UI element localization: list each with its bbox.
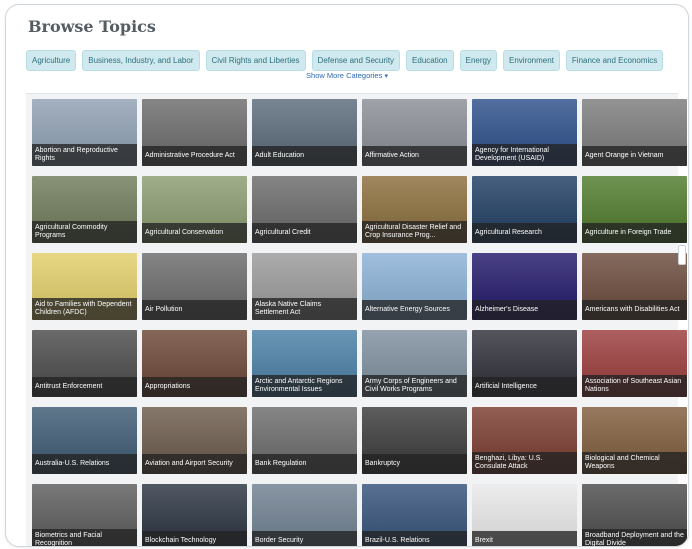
topic-tile[interactable]: Agricultural Commodity Programs <box>32 176 137 243</box>
topic-tile[interactable]: Border Security <box>252 484 357 546</box>
topic-label: Agriculture in Foreign Trade <box>582 223 687 243</box>
topic-label: Alternative Energy Sources <box>362 300 467 320</box>
topic-tile[interactable]: Alternative Energy Sources <box>362 253 467 320</box>
topic-tile[interactable]: Association of Southeast Asian Nations <box>582 330 687 397</box>
topic-tile[interactable]: Agency for International Development (US… <box>472 99 577 166</box>
topic-tile[interactable]: Australia-U.S. Relations <box>32 407 137 474</box>
topic-label: Adult Education <box>252 146 357 166</box>
topic-label: Brexit <box>472 531 577 546</box>
topic-label: Air Pollution <box>142 300 247 320</box>
topic-label: Arctic and Antarctic Regions Environment… <box>252 375 357 397</box>
topic-tile[interactable]: Arctic and Antarctic Regions Environment… <box>252 330 357 397</box>
topic-label: Appropriations <box>142 377 247 397</box>
chevron-down-icon: ▾ <box>384 73 388 80</box>
topic-tile[interactable]: Bank Regulation <box>252 407 357 474</box>
category-filter-list: Agriculture Business, Industry, and Labor… <box>26 50 666 71</box>
topic-tile[interactable]: Brexit <box>472 484 577 546</box>
topic-tile[interactable]: Agriculture in Foreign Trade <box>582 176 687 243</box>
topic-label: Aviation and Airport Security <box>142 454 247 474</box>
topic-label: Abortion and Reproductive Rights <box>32 144 137 166</box>
topic-label: Biometrics and Facial Recognition <box>32 529 137 546</box>
topic-label: Bankruptcy <box>362 454 467 474</box>
topic-tile[interactable]: Artificial Intelligence <box>472 330 577 397</box>
topic-label: Blockchain Technology <box>142 531 247 546</box>
topic-label: Biological and Chemical Weapons <box>582 452 687 474</box>
topic-tile[interactable]: Americans with Disabilities Act <box>582 253 687 320</box>
topic-tile[interactable]: Agent Orange in Vietnam <box>582 99 687 166</box>
topic-tile[interactable]: Appropriations <box>142 330 247 397</box>
topic-tile[interactable]: Antitrust Enforcement <box>32 330 137 397</box>
topic-tile[interactable]: Air Pollution <box>142 253 247 320</box>
topic-grid: Abortion and Reproductive Rights Administ… <box>26 93 687 546</box>
topic-label: Administrative Procedure Act <box>142 146 247 166</box>
topic-label: Agricultural Research <box>472 223 577 243</box>
topic-tile[interactable]: Aid to Families with Dependent Children … <box>32 253 137 320</box>
topic-tile[interactable]: Biological and Chemical Weapons <box>582 407 687 474</box>
topic-tile[interactable]: Alzheimer's Disease <box>472 253 577 320</box>
topic-tile[interactable]: Adult Education <box>252 99 357 166</box>
topic-tile[interactable]: Blockchain Technology <box>142 484 247 546</box>
topic-tile[interactable]: Agricultural Credit <box>252 176 357 243</box>
topic-label: Agency for International Development (US… <box>472 144 577 166</box>
topic-label: Army Corps of Engineers and Civil Works … <box>362 375 467 397</box>
topic-label: Americans with Disabilities Act <box>582 300 687 320</box>
topic-tile[interactable]: Biometrics and Facial Recognition <box>32 484 137 546</box>
category-chip[interactable]: Defense and Security <box>311 50 401 71</box>
category-chip[interactable]: Education <box>406 50 454 71</box>
topic-tile[interactable]: Brazil-U.S. Relations <box>362 484 467 546</box>
category-chip[interactable]: Environment <box>503 50 560 71</box>
topic-label: Agricultural Disaster Relief and Crop In… <box>362 221 467 243</box>
topic-label: Benghazi, Libya: U.S. Consulate Attack <box>472 452 577 474</box>
page-title: Browse Topics <box>28 17 156 36</box>
topic-tile[interactable]: Agricultural Research <box>472 176 577 243</box>
topic-label: Agent Orange in Vietnam <box>582 146 687 166</box>
category-chip[interactable]: Civil Rights and Liberties <box>205 50 306 71</box>
topic-label: Aid to Families with Dependent Children … <box>32 298 137 320</box>
scrollbar-handle[interactable] <box>678 245 686 265</box>
topic-tile[interactable]: Alaska Native Claims Settlement Act <box>252 253 357 320</box>
topic-tile[interactable]: Abortion and Reproductive Rights <box>32 99 137 166</box>
topic-tile[interactable]: Broadband Deployment and the Digital Div… <box>582 484 687 546</box>
topic-label: Agricultural Commodity Programs <box>32 221 137 243</box>
topic-tile[interactable]: Affirmative Action <box>362 99 467 166</box>
topic-tile[interactable]: Agricultural Disaster Relief and Crop In… <box>362 176 467 243</box>
topic-tile[interactable]: Army Corps of Engineers and Civil Works … <box>362 330 467 397</box>
show-more-label: Show More Categories <box>306 71 383 80</box>
topic-label: Australia-U.S. Relations <box>32 454 137 474</box>
topic-label: Agricultural Credit <box>252 223 357 243</box>
topic-label: Agricultural Conservation <box>142 223 247 243</box>
topic-label: Brazil-U.S. Relations <box>362 531 467 546</box>
topic-label: Antitrust Enforcement <box>32 377 137 397</box>
topic-label: Broadband Deployment and the Digital Div… <box>582 529 687 546</box>
category-chip[interactable]: Finance and Economics <box>565 50 664 71</box>
topic-label: Alaska Native Claims Settlement Act <box>252 298 357 320</box>
topic-label: Affirmative Action <box>362 146 467 166</box>
topic-tile[interactable]: Bankruptcy <box>362 407 467 474</box>
topic-label: Bank Regulation <box>252 454 357 474</box>
topic-tile[interactable]: Benghazi, Libya: U.S. Consulate Attack <box>472 407 577 474</box>
topic-tile[interactable]: Aviation and Airport Security <box>142 407 247 474</box>
topic-tile[interactable]: Agricultural Conservation <box>142 176 247 243</box>
category-chip[interactable]: Agriculture <box>26 50 77 71</box>
topic-tile[interactable]: Administrative Procedure Act <box>142 99 247 166</box>
show-more-categories-link[interactable]: Show More Categories ▾ <box>6 71 688 80</box>
topic-label: Association of Southeast Asian Nations <box>582 375 687 397</box>
topic-label: Artificial Intelligence <box>472 377 577 397</box>
category-chip[interactable]: Business, Industry, and Labor <box>82 50 200 71</box>
topic-label: Alzheimer's Disease <box>472 300 577 320</box>
category-chip[interactable]: Energy <box>459 50 497 71</box>
topic-label: Border Security <box>252 531 357 546</box>
browse-topics-panel: Browse Topics Agriculture Business, Indus… <box>5 4 689 547</box>
